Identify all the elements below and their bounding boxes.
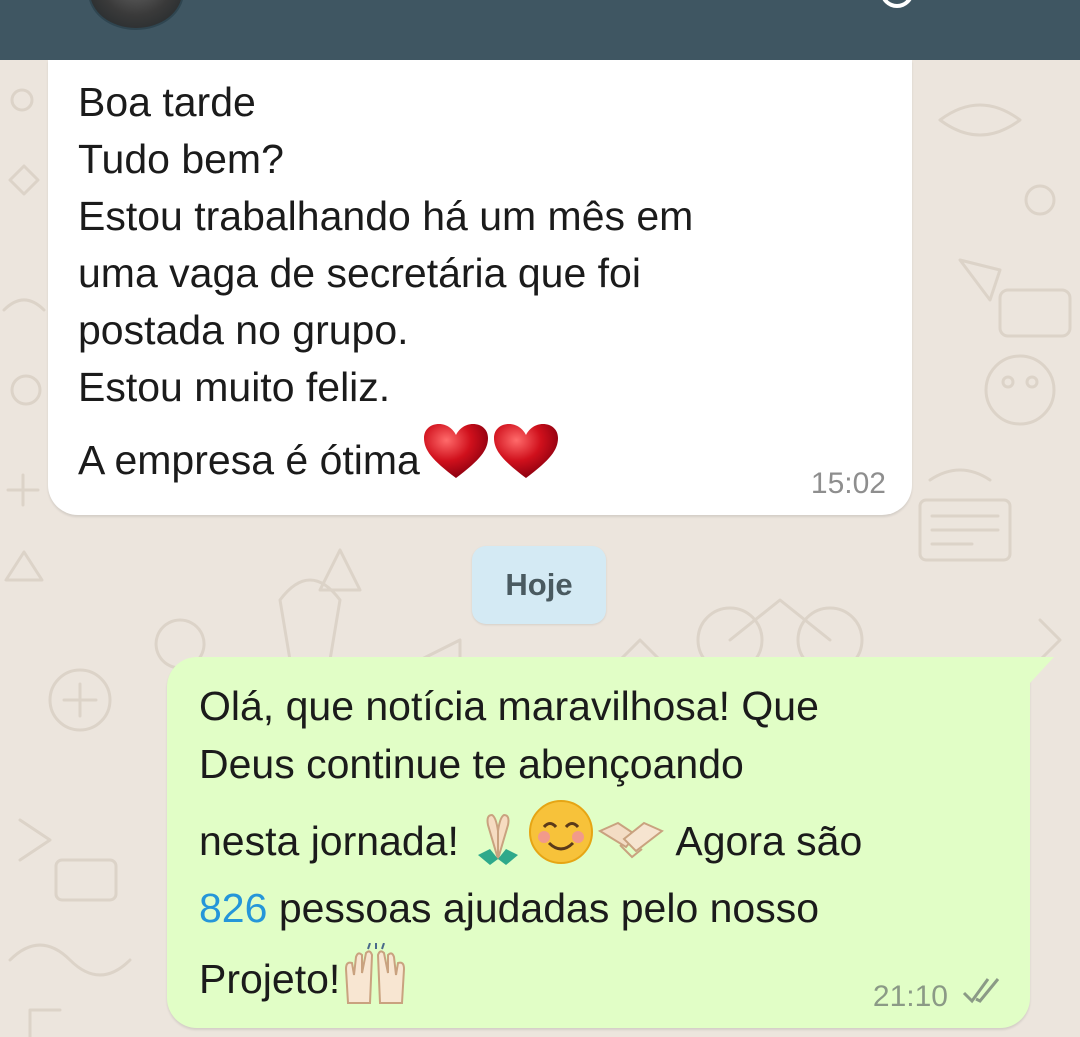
message-line-with-emoji: Projeto! [199,942,862,1013]
message-line-with-emoji: A empresa é ótima [78,422,693,496]
chat-header [0,0,1080,60]
outgoing-bubble-tail [1030,657,1054,683]
message-line: Projeto! [199,956,341,1002]
date-separator: Hoje [472,546,606,624]
message-line: Olá, que notícia maravilhosa! Que [199,683,819,729]
message-line: pessoas ajudadas pelo nosso [267,885,820,931]
message-line: Tudo bem? [78,136,284,182]
message-line: Deus continue te abençoando [199,741,744,787]
message-line-with-number: 826 pessoas ajudadas pelo nosso [199,879,862,937]
message-timestamp: 21:10 [872,980,948,1013]
message-line: postada no grupo. [78,307,409,353]
message-line: nesta jornada! [199,818,471,864]
phone-number-link[interactable]: 826 [199,885,267,931]
message-line: Estou trabalhando há um mês em [78,193,694,239]
message-line: A empresa é ótima [78,437,420,483]
message-timestamp: 15:02 [810,467,886,500]
red-heart-icon [492,422,560,496]
call-icon[interactable] [880,0,914,8]
contact-avatar[interactable] [88,0,184,30]
outgoing-message-bubble[interactable]: Olá, que notícia maravilhosa! Que Deus c… [167,657,1030,1028]
incoming-message-bubble[interactable]: Boa tarde Tudo bem? Estou trabalhando há… [48,60,912,515]
message-line: Boa tarde [78,79,256,125]
message-line-with-emoji: nesta jornada! Agora são [199,797,862,873]
double-check-icon [960,977,1006,1010]
smiling-face-icon [526,797,596,891]
message-line: Agora são [666,818,863,864]
incoming-message-text: Boa tarde Tudo bem? Estou trabalhando há… [78,74,693,496]
red-heart-icon [422,422,490,496]
message-line: Estou muito feliz. [78,364,391,410]
outgoing-message-text: Olá, que notícia maravilhosa! Que Deus c… [199,677,862,1013]
raising-hands-icon [340,942,410,1026]
message-line: uma vaga de secretária que foi [78,250,641,296]
